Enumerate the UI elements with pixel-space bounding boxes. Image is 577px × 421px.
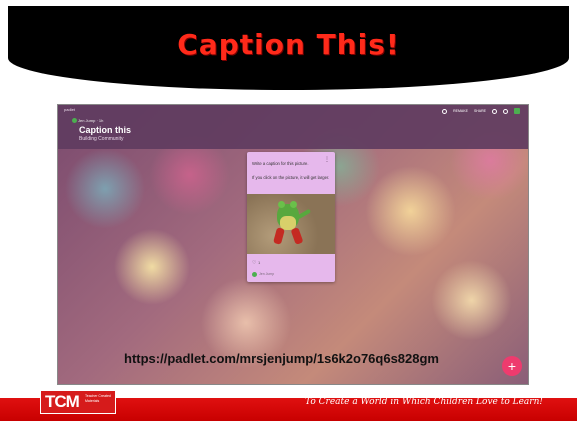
post-text-line1: Write a caption for this picture. — [252, 161, 309, 166]
frog-eye — [278, 201, 285, 208]
heart-icon[interactable] — [442, 108, 448, 114]
slide: Caption This! padlet Jen Jump · 1h Capti… — [0, 0, 577, 421]
post-menu-icon[interactable]: ⋮ — [324, 156, 330, 163]
avatar — [72, 118, 77, 123]
padlet-subtitle: Building Community — [79, 136, 124, 142]
padlet-screenshot: padlet Jen Jump · 1h Caption this Buildi… — [57, 104, 529, 385]
like-heart-icon[interactable]: ♡ — [252, 260, 256, 266]
more-icon[interactable] — [503, 108, 508, 114]
remake-button[interactable]: REMAKE — [453, 109, 468, 113]
frog-arm — [296, 208, 312, 220]
slide-header: Caption This! — [8, 6, 569, 90]
footer-tagline: To Create a World in Which Children Love… — [305, 397, 543, 407]
post-author-avatar — [252, 272, 257, 277]
add-post-button[interactable]: + — [502, 356, 522, 376]
post-author: Jen Jump — [259, 272, 275, 276]
user-avatar[interactable] — [514, 108, 520, 114]
frog-leg — [273, 227, 285, 245]
post-image[interactable] — [247, 194, 335, 254]
tcm-logo-subtitle: Teacher Created Materials — [85, 394, 111, 403]
tcm-logo: TCM Teacher Created Materials — [40, 390, 116, 414]
padlet-logo[interactable]: padlet — [64, 107, 75, 112]
topbar-actions: REMAKE SHARE — [442, 107, 520, 115]
padlet-author: Jen Jump · 1h — [78, 118, 104, 123]
gear-icon[interactable] — [492, 108, 497, 114]
tcm-logo-text: TCM — [45, 392, 80, 411]
padlet-title: Caption this — [79, 125, 131, 135]
share-button[interactable]: SHARE — [474, 109, 486, 113]
padlet-url[interactable]: https://padlet.com/mrsjenjump/1s6k2o76q6… — [124, 351, 439, 366]
frog-leg — [290, 227, 304, 245]
padlet-topbar: padlet Jen Jump · 1h Caption this Buildi… — [58, 105, 528, 149]
like-count: 1 — [258, 260, 261, 265]
post-text-line2: If you click on the picture, it will get… — [252, 175, 330, 180]
post-card[interactable]: ⋮ Write a caption for this picture. If y… — [247, 152, 335, 282]
slide-title: Caption This! — [177, 28, 400, 61]
frog-eye — [290, 201, 297, 208]
